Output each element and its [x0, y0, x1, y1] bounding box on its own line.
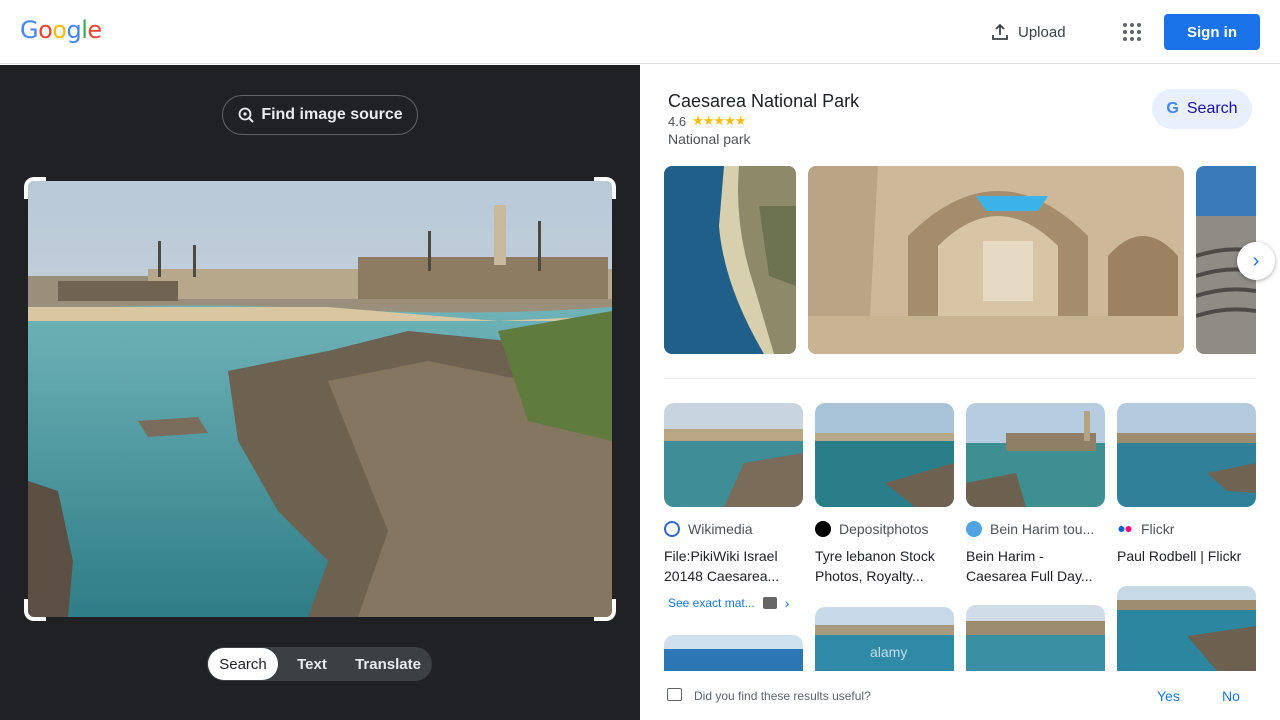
- result-title: Tyre lebanon Stock Photos, Royalty...: [815, 548, 935, 584]
- see-exact-matches-link[interactable]: See exact mat... ›: [668, 595, 789, 611]
- entity-search-button[interactable]: G Search: [1152, 89, 1252, 129]
- exact-match-thumbnail: [762, 597, 777, 609]
- google-g-icon: G: [1166, 100, 1179, 117]
- tab-search[interactable]: Search: [208, 648, 278, 680]
- result-card[interactable]: Wikimedia File:PikiWiki Israel 20148 Cae…: [664, 403, 803, 586]
- result-thumbnail: [815, 403, 954, 507]
- apps-grid-icon[interactable]: [1120, 20, 1144, 44]
- upload-icon: [992, 23, 1008, 40]
- entity-rating: 4.6 ★★★★★: [668, 113, 746, 129]
- top-bar: Google Upload Sign in: [0, 0, 1280, 64]
- depositphotos-icon: [815, 521, 831, 537]
- find-image-source-label: Find image source: [261, 106, 403, 123]
- rating-value: 4.6: [668, 113, 687, 129]
- result-thumbnail[interactable]: alamy: [815, 607, 954, 671]
- chevron-right-icon: ›: [1252, 249, 1260, 272]
- lens-search-icon: [238, 107, 255, 123]
- result-title: Paul Rodbell | Flickr: [1117, 548, 1242, 564]
- wikimedia-icon: [664, 521, 680, 537]
- chevron-right-icon: ›: [784, 595, 790, 611]
- result-thumbnail: [966, 403, 1105, 507]
- sign-in-button[interactable]: Sign in: [1164, 14, 1260, 50]
- gallery-image-ruins[interactable]: [808, 166, 1184, 354]
- result-title: Bein Harim - Caesarea Full Day...: [966, 548, 1093, 584]
- result-source: Wikimedia: [688, 521, 753, 537]
- result-thumbnail: [1117, 403, 1256, 507]
- divider: [664, 378, 1256, 379]
- crop-handle-top-left[interactable]: [24, 177, 46, 199]
- crop-handle-bottom-right[interactable]: [594, 599, 616, 621]
- crop-selection[interactable]: [24, 177, 616, 621]
- feedback-icon: [667, 688, 682, 701]
- tab-text[interactable]: Text: [278, 648, 346, 680]
- exact-matches-label: See exact mat...: [668, 596, 755, 610]
- result-thumbnail[interactable]: [664, 635, 803, 671]
- result-source: Bein Harim tou...: [990, 521, 1095, 537]
- result-card[interactable]: Flickr Paul Rodbell | Flickr: [1117, 403, 1256, 586]
- tab-translate[interactable]: Translate: [346, 648, 430, 680]
- result-thumbnail: [664, 403, 803, 507]
- result-card[interactable]: Bein Harim tou... Bein Harim - Caesarea …: [966, 403, 1105, 586]
- google-logo[interactable]: Google: [20, 16, 102, 44]
- result-thumbnail[interactable]: [1117, 586, 1256, 671]
- bein-harim-icon: [966, 521, 982, 537]
- result-source: Depositphotos: [839, 521, 929, 537]
- svg-text:alamy: alamy: [870, 644, 907, 660]
- entity-title[interactable]: Caesarea National Park: [668, 91, 859, 112]
- find-image-source-button[interactable]: Find image source: [222, 95, 418, 135]
- result-thumbnail[interactable]: [966, 605, 1105, 671]
- upload-button[interactable]: Upload: [990, 20, 1066, 44]
- gallery-image-aerial[interactable]: [664, 166, 796, 354]
- entity-type: National park: [668, 131, 751, 147]
- query-image-pane: Find image source Search Text Translate: [0, 65, 640, 720]
- gallery-next-button[interactable]: ›: [1237, 242, 1275, 280]
- feedback-no-button[interactable]: No: [1222, 688, 1240, 704]
- feedback-question: Did you find these results useful?: [694, 689, 871, 703]
- query-photo: [28, 181, 612, 617]
- result-card[interactable]: Depositphotos Tyre lebanon Stock Photos,…: [815, 403, 954, 586]
- mode-tabs: Search Text Translate: [207, 647, 432, 681]
- feedback-yes-button[interactable]: Yes: [1157, 688, 1180, 704]
- result-source: Flickr: [1141, 521, 1175, 537]
- results-pane: Caesarea National Park 4.6 ★★★★★ Nationa…: [640, 65, 1280, 720]
- entity-search-label: Search: [1186, 100, 1238, 117]
- feedback-bar: Did you find these results useful? Yes N…: [640, 671, 1280, 720]
- upload-label: Upload: [1018, 23, 1066, 41]
- crop-handle-top-right[interactable]: [594, 177, 616, 199]
- star-rating-icon: ★★★★★: [692, 113, 746, 128]
- crop-handle-bottom-left[interactable]: [24, 599, 46, 621]
- result-title: File:PikiWiki Israel 20148 Caesarea...: [664, 548, 780, 584]
- flickr-icon: [1117, 521, 1133, 537]
